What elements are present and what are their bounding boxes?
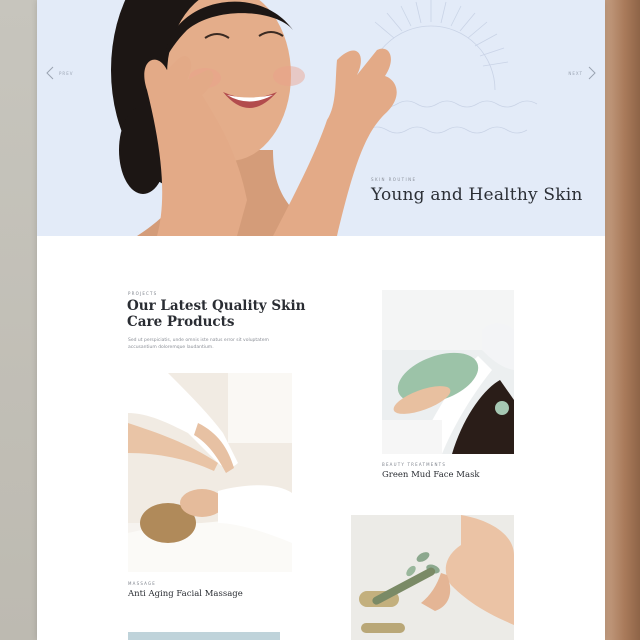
project-image-face-roller[interactable] <box>351 515 514 640</box>
project-title[interactable]: Anti Aging Facial Massage <box>128 589 243 599</box>
section-title: Our Latest Quality Skin Care Products <box>127 298 306 330</box>
section-eyebrow: PROJECTS <box>128 291 158 296</box>
next-card-image-edge <box>128 632 280 640</box>
chevron-right-icon <box>588 66 596 80</box>
hero-title: Young and Healthy Skin <box>371 185 583 205</box>
hero-slider: PREV NEXT SKIN ROUTINE Young and Healthy… <box>37 0 605 236</box>
project-category: BEAUTY TREATMENTS <box>382 462 447 467</box>
project-card-face-mask[interactable]: BEAUTY TREATMENTS Green Mud Face Mask <box>382 290 514 485</box>
woman-portrait <box>111 0 397 236</box>
slider-next-button[interactable]: NEXT <box>568 66 597 80</box>
project-card-face-roller[interactable] <box>351 515 514 640</box>
project-image-face-mask[interactable] <box>382 290 514 454</box>
project-image-massage[interactable] <box>128 373 292 572</box>
slider-next-label: NEXT <box>568 70 583 76</box>
webpage: PREV NEXT SKIN ROUTINE Young and Healthy… <box>37 0 605 640</box>
chevron-left-icon <box>46 66 54 80</box>
project-category: MASSAGE <box>128 581 157 586</box>
project-title[interactable]: Green Mud Face Mask <box>382 470 480 480</box>
slider-prev-label: PREV <box>59 70 74 76</box>
massage-photo <box>128 373 292 572</box>
slider-prev-button[interactable]: PREV <box>45 66 73 80</box>
face-roller-photo <box>351 515 514 640</box>
hero-eyebrow: SKIN ROUTINE <box>371 177 417 182</box>
backdrop-right <box>602 0 640 640</box>
face-mask-photo <box>382 290 514 454</box>
project-card-massage[interactable]: MASSAGE Anti Aging Facial Massage <box>128 373 292 603</box>
section-description: Sed ut perspiciatis, unde omnis iste nat… <box>128 338 269 350</box>
backdrop-left <box>0 0 38 640</box>
